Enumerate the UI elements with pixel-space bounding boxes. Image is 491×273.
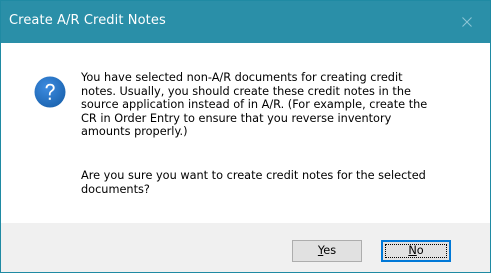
no-button[interactable]: No <box>381 240 451 262</box>
title-bar[interactable]: Create A/R Credit Notes <box>1 1 490 43</box>
no-button-label: No <box>408 244 424 257</box>
yes-button-label: Yes <box>317 244 337 257</box>
close-icon <box>462 17 472 27</box>
credit-notes-dialog: Create A/R Credit Notes You have selecte… <box>0 0 491 273</box>
button-bar: Yes No <box>1 223 490 272</box>
question-icon <box>34 76 66 108</box>
message-area: You have selected non-A/R documents for … <box>1 43 490 223</box>
window-title: Create A/R Credit Notes <box>9 13 166 28</box>
close-button[interactable] <box>444 1 490 43</box>
yes-button[interactable]: Yes <box>292 240 362 262</box>
message-paragraph-2: Are you sure you want to create credit n… <box>81 169 426 196</box>
message-paragraph-1: You have selected non-A/R documents for … <box>81 71 428 139</box>
